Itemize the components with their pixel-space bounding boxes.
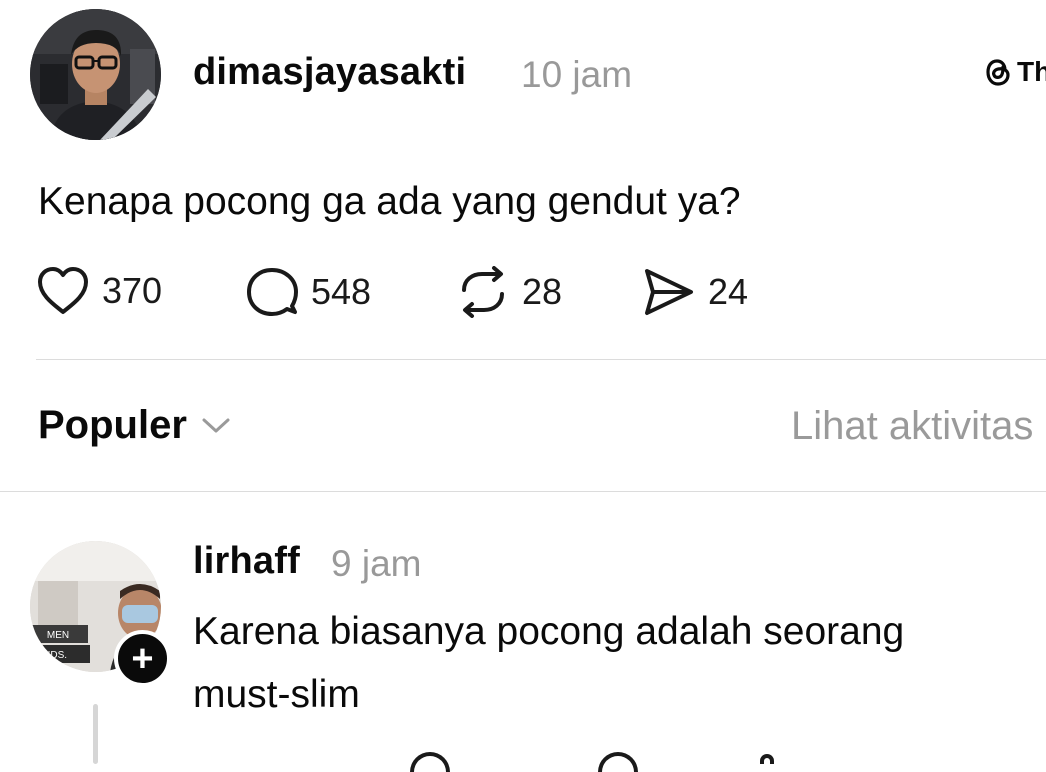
chevron-down-icon <box>202 418 230 432</box>
share-button[interactable]: 24 <box>642 266 748 318</box>
repost-count: 28 <box>522 271 563 312</box>
reply-repost-icon-partial[interactable] <box>760 754 774 764</box>
sort-label: Populer <box>38 403 187 447</box>
view-activity-link[interactable]: Lihat aktivitas <box>791 404 1033 449</box>
follow-button[interactable]: + <box>114 630 171 687</box>
svg-text:KIDS.: KIDS. <box>41 650 67 661</box>
repost-icon <box>462 266 504 318</box>
reply-text-line-2: must-slim <box>193 673 360 716</box>
divider <box>0 491 1046 492</box>
reply-username[interactable]: lirhaff <box>193 540 300 583</box>
like-count: 370 <box>102 270 163 311</box>
comment-bubble-icon <box>247 268 298 316</box>
post-author-avatar[interactable] <box>30 9 161 140</box>
threads-logo-icon <box>986 59 1010 86</box>
reply-text-line-1: Karena biasanya pocong adalah seorang <box>193 610 905 653</box>
post-text: Kenapa pocong ga ada yang gendut ya? <box>38 180 741 223</box>
post-timestamp: 10 jam <box>521 54 633 95</box>
reply-count: 548 <box>311 271 372 312</box>
post-username[interactable]: dimasjayasakti <box>193 51 466 94</box>
heart-icon <box>38 267 88 314</box>
like-button[interactable]: 370 <box>36 266 162 316</box>
sort-dropdown[interactable]: Populer <box>38 403 231 448</box>
reply-button[interactable]: 548 <box>245 266 371 318</box>
thread-connector-line <box>93 704 98 764</box>
reply-timestamp: 9 jam <box>331 543 422 584</box>
plus-icon: + <box>131 637 154 680</box>
repost-button[interactable]: 28 <box>456 266 562 318</box>
threads-label: Th <box>1017 56 1046 87</box>
reply-comment-icon-partial[interactable] <box>598 752 638 772</box>
divider <box>36 359 1046 360</box>
svg-text:MEN: MEN <box>47 630 69 641</box>
send-icon <box>645 269 693 315</box>
reply-like-icon-partial[interactable] <box>410 752 450 772</box>
threads-link[interactable]: Th <box>983 55 1046 89</box>
share-count: 24 <box>708 271 749 312</box>
avatar-photo <box>30 9 161 140</box>
